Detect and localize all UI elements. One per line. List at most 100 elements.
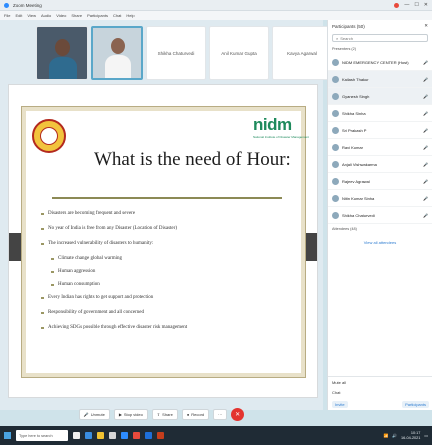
slide: nidm National Institute of Disaster Mana…	[21, 106, 309, 378]
notifications-icon[interactable]: ▭	[424, 433, 428, 438]
participant-name: Ravi Kumar	[342, 144, 363, 150]
bullet-item: Every Indian has rights to get support a…	[40, 295, 295, 300]
participant-name: Anil Kumar Gupta	[221, 50, 257, 56]
participants-panel: Participants (50) ✕ ⌕ Search Presenters …	[327, 20, 432, 410]
participant-item[interactable]: Kailash Thakur 🎤	[328, 71, 432, 88]
participant-item[interactable]: Shikha Sinha 🎤	[328, 105, 432, 122]
participant-name: Nitin Kumar Sinha	[342, 195, 375, 201]
sub-bullet-item: Human consumption	[40, 282, 295, 287]
section-label[interactable]: Attendees (48)	[328, 224, 432, 234]
participant-item[interactable]: Gyanesh Singh 🎤	[328, 88, 432, 105]
share-icon: ⇪	[156, 411, 161, 417]
video-tile-off[interactable]: Anil Kumar Gupta	[209, 26, 269, 80]
menu-item[interactable]: View	[27, 13, 36, 18]
participant-name: Kailash Thakur	[342, 76, 369, 82]
microphone-icon: 🎤	[423, 144, 428, 150]
mute-all-row[interactable]: Mute all	[328, 377, 432, 387]
sub-bullet-item: Human aggression	[40, 269, 295, 274]
meeting-controls: 🎤 Unmute ▶ Stop video ⇪ Share ● Record ·…	[0, 404, 323, 424]
invite-button[interactable]: Invite	[332, 401, 348, 408]
record-status-icon	[394, 2, 400, 8]
section-label[interactable]: Presenters (2)	[328, 44, 432, 54]
video-tile-off[interactable]: Kavya Agarwal	[272, 26, 332, 80]
menu-item[interactable]: Help	[126, 13, 134, 18]
menu-item[interactable]: Video	[56, 13, 66, 18]
clock-date: 16-04-2021	[400, 435, 421, 440]
record-icon: ●	[186, 411, 190, 417]
participant-item[interactable]: Nitin Kumar Sinha 🎤	[328, 190, 432, 207]
more-button[interactable]: ···	[213, 408, 228, 420]
participant-name: Kavya Agarwal	[287, 50, 317, 56]
minimize-button[interactable]: —	[404, 2, 409, 8]
microphone-icon: 🎤	[423, 161, 428, 167]
powerpoint-icon[interactable]	[157, 432, 164, 439]
participant-item[interactable]: Shikha Chaturvedi 🎤	[328, 207, 432, 224]
microphone-icon: 🎤	[423, 110, 428, 116]
panel-bottom: Mute all Chat Invite Participants	[328, 376, 432, 410]
participant-item[interactable]: Anjali Vishwakarma 🎤	[328, 156, 432, 173]
institute-emblem-icon	[32, 119, 66, 153]
chat-row[interactable]: Chat	[328, 387, 432, 397]
participant-item[interactable]: Sri Prakash P 🎤	[328, 122, 432, 139]
maximize-button[interactable]: ☐	[414, 2, 418, 8]
microphone-icon: 🎤	[423, 212, 428, 218]
microphone-icon: 🎤	[423, 178, 428, 184]
video-tile-off[interactable]: Shikha Chaturvedi	[146, 26, 206, 80]
avatar	[332, 143, 339, 151]
menu-bar: File Edit View Audio Video Share Partici…	[0, 11, 432, 20]
search-icon: ⌕	[336, 35, 339, 41]
sub-bullet-item: Climate change global warming	[40, 256, 295, 261]
video-button[interactable]: ▶ Stop video	[113, 408, 148, 420]
search-placeholder: Search	[340, 35, 353, 41]
edge-icon[interactable]	[85, 432, 92, 439]
person-body	[49, 57, 77, 79]
panel-header: Participants (50) ✕	[328, 20, 432, 32]
windows-start-icon[interactable]	[4, 432, 11, 439]
end-call-icon: ✕	[235, 411, 241, 418]
zoom-taskbar-icon[interactable]	[121, 432, 128, 439]
taskbar-search[interactable]: Type here to search	[16, 430, 68, 441]
close-button[interactable]: ✕	[424, 2, 428, 8]
search-input[interactable]: ⌕ Search	[332, 34, 428, 42]
participant-item[interactable]: Ravi Kumar 🎤	[328, 139, 432, 156]
participant-item[interactable]: NIDM EMERGENCY CENTER (Host) 🎤	[328, 54, 432, 71]
bullet-item: Responsibility of government and all con…	[40, 310, 295, 315]
store-icon[interactable]	[109, 432, 116, 439]
network-icon[interactable]: 📶	[384, 433, 389, 438]
bullet-item: No year of India is free from any Disast…	[40, 226, 295, 231]
video-tile[interactable]	[36, 26, 88, 80]
taskbar-apps	[73, 432, 379, 439]
person-head	[55, 39, 70, 56]
mute-button[interactable]: 🎤 Unmute	[78, 408, 110, 420]
menu-item[interactable]: Edit	[15, 13, 22, 18]
mute-label: Unmute	[90, 411, 105, 417]
panel-footer: Invite Participants	[332, 401, 429, 408]
view-all-link[interactable]: View all attendees	[328, 234, 432, 251]
emblem-center	[40, 127, 58, 145]
avatar	[332, 75, 339, 83]
record-button[interactable]: ● Record	[181, 408, 210, 420]
system-tray: 📶 🔊 10:17 16-04-2021 ▭	[384, 431, 429, 440]
video-label: Stop video	[123, 411, 143, 417]
video-tile-active-speaker[interactable]	[91, 26, 143, 80]
menu-item[interactable]: File	[4, 13, 10, 18]
participant-name: Shikha Chaturvedi	[157, 50, 195, 56]
volume-icon[interactable]: 🔊	[392, 433, 397, 438]
chrome-icon[interactable]	[133, 432, 140, 439]
bullet-item: Achieving SDGs possible through effectiv…	[40, 325, 295, 330]
word-icon[interactable]	[145, 432, 152, 439]
menu-item[interactable]: Chat	[113, 13, 121, 18]
share-button[interactable]: ⇪ Share	[151, 408, 178, 420]
menu-item[interactable]: Share	[71, 13, 82, 18]
panel-title: Participants (50)	[332, 23, 365, 29]
participant-item[interactable]: Rajeev Agrawal 🎤	[328, 173, 432, 190]
participants-button[interactable]: Participants	[402, 401, 429, 408]
bullet-item: The increased vulnerability of disasters…	[40, 241, 295, 246]
end-call-button[interactable]: ✕	[231, 407, 245, 421]
clock[interactable]: 10:17 16-04-2021	[401, 431, 420, 440]
close-panel-icon[interactable]: ✕	[424, 23, 428, 29]
menu-item[interactable]: Participants	[87, 13, 108, 18]
menu-item[interactable]: Audio	[41, 13, 51, 18]
task-view-icon[interactable]	[73, 432, 80, 439]
file-explorer-icon[interactable]	[97, 432, 104, 439]
